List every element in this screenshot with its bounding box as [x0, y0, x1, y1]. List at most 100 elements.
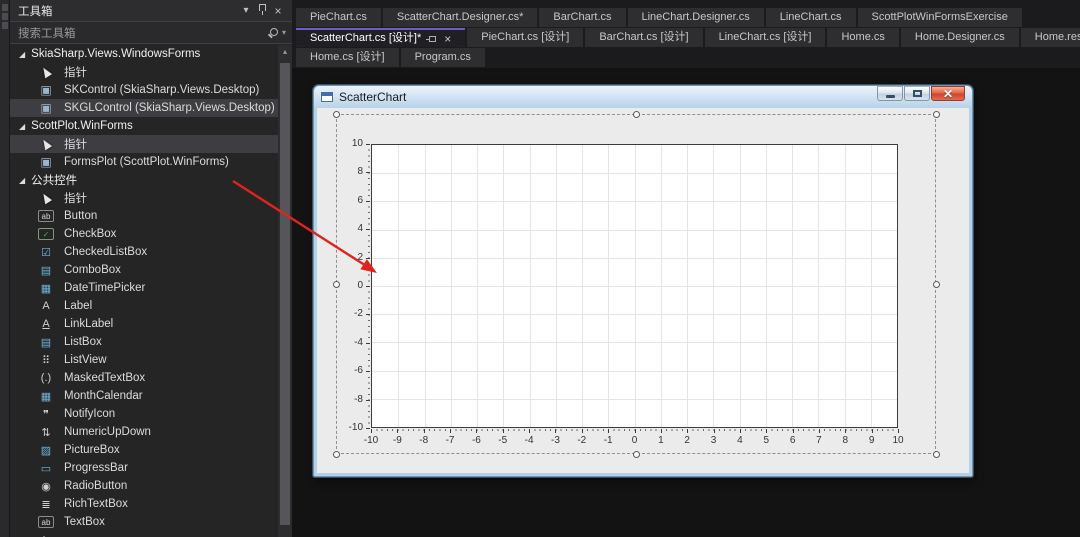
- toolbox-item-FormsPlot (ScottPlot.WinForms)[interactable]: ▣FormsPlot (ScottPlot.WinForms): [10, 153, 278, 171]
- search-options-caret-icon[interactable]: ▾: [282, 28, 286, 37]
- selection-handle[interactable]: [933, 281, 940, 288]
- label-icon: A: [38, 299, 54, 313]
- tab-Home.res[interactable]: Home.res: [1021, 28, 1080, 47]
- toolbox-item-label: ListView: [64, 354, 107, 366]
- tab-BarChart.cs [设计][interactable]: BarChart.cs [设计]: [585, 28, 702, 47]
- maximize-button[interactable]: [904, 86, 930, 101]
- y-tick-label: -2: [323, 308, 363, 319]
- designer-form-window[interactable]: ScatterChart ✕ -10-9-8-7-6-5-4-3-2-10123…: [313, 85, 973, 477]
- toolbox-item-RadioButton[interactable]: ◉RadioButton: [10, 477, 278, 495]
- toolbox-item-NotifyIcon[interactable]: ❞NotifyIcon: [10, 405, 278, 423]
- toolbox-item-label: 指针: [64, 136, 87, 152]
- scrollbar-up-icon[interactable]: ▴: [278, 45, 292, 59]
- selection-handle[interactable]: [333, 281, 340, 288]
- toolbox-item-NumericUpDown[interactable]: ⇅NumericUpDown: [10, 423, 278, 441]
- tab-Home.cs[interactable]: Home.cs: [827, 28, 898, 47]
- x-tick-label: 3: [701, 435, 727, 446]
- toolbox-group-SkiaSharp.Views.WindowsForms[interactable]: ◢SkiaSharp.Views.WindowsForms: [10, 45, 278, 63]
- toolbox-item-PictureBox[interactable]: ▨PictureBox: [10, 441, 278, 459]
- gridline-y: [372, 230, 897, 231]
- listview-icon: ⠿: [38, 353, 54, 367]
- tab-Program.cs[interactable]: Program.cs: [401, 48, 485, 67]
- toolbox-group-公共控件[interactable]: ◢公共控件: [10, 171, 278, 189]
- scrollbar-thumb[interactable]: [280, 63, 290, 525]
- form-title-bar[interactable]: ScatterChart: [314, 86, 972, 108]
- selection-handle[interactable]: [333, 451, 340, 458]
- toolbox-item-label: TextBox: [64, 516, 105, 528]
- toolbox-item-CheckedListBox[interactable]: ☑CheckedListBox: [10, 243, 278, 261]
- gridline-y: [372, 201, 897, 202]
- close-button[interactable]: ✕: [931, 86, 965, 101]
- control-icon: ▣: [38, 83, 54, 97]
- collapsed-panel-rail[interactable]: [0, 0, 10, 537]
- tab-LineChart.cs [设计][interactable]: LineChart.cs [设计]: [705, 28, 826, 47]
- cursor-icon: [38, 533, 54, 537]
- toolbox-item-ListView[interactable]: ⠿ ListView: [10, 351, 278, 369]
- tab-Home.Designer.cs[interactable]: Home.Designer.cs: [901, 28, 1019, 47]
- toolbox-item-Button[interactable]: abButton: [10, 207, 278, 225]
- y-tick-label: -8: [323, 394, 363, 405]
- toolbox-search-placeholder: 搜索工具箱: [18, 25, 76, 41]
- y-tick-label: 2: [323, 252, 363, 263]
- toolbox-item-label: MonthCalendar: [64, 390, 143, 402]
- toolbox-item-SKGLControl (SkiaSharp.Views.Desktop)[interactable]: ▣SKGLControl (SkiaSharp.Views.Desktop): [10, 99, 278, 117]
- selection-handle[interactable]: [933, 111, 940, 118]
- toolbox-item-LinkLabel[interactable]: ALinkLabel: [10, 315, 278, 333]
- selection-handle[interactable]: [933, 451, 940, 458]
- tab-BarChart.cs[interactable]: BarChart.cs: [539, 8, 625, 27]
- toolbox-item-DateTimePicker[interactable]: ▦DateTimePicker: [10, 279, 278, 297]
- toolbox-item-ProgressBar[interactable]: ▭ProgressBar: [10, 459, 278, 477]
- toolbox-item-list: ◢SkiaSharp.Views.WindowsForms指针▣SKContro…: [10, 45, 278, 537]
- tab-PieChart.cs [设计][interactable]: PieChart.cs [设计]: [467, 28, 583, 47]
- toolbox-item-指针[interactable]: 指针: [10, 135, 278, 153]
- tab-PieChart.cs[interactable]: PieChart.cs: [296, 8, 381, 27]
- toolbox-item-CheckBox[interactable]: ✓CheckBox: [10, 225, 278, 243]
- close-icon[interactable]: ×: [270, 4, 286, 18]
- y-major-tick: [366, 286, 370, 287]
- tab-ScatterChart.Designer.cs*[interactable]: ScatterChart.Designer.cs*: [383, 8, 538, 27]
- tab-Home.cs [设计][interactable]: Home.cs [设计]: [296, 48, 399, 67]
- gridline-y: [372, 371, 897, 372]
- x-major-tick: [872, 429, 873, 433]
- toolbox-item-Label[interactable]: ALabel: [10, 297, 278, 315]
- x-tick-label: 9: [859, 435, 885, 446]
- toolbox-item-指针[interactable]: 指针: [10, 189, 278, 207]
- tab-LineChart.cs[interactable]: LineChart.cs: [766, 8, 856, 27]
- toolbox-item-SKControl (SkiaSharp.Views.Desktop)[interactable]: ▣SKControl (SkiaSharp.Views.Desktop): [10, 81, 278, 99]
- toolbox-item-label: 指针: [64, 190, 87, 206]
- toolbox-header: 工具箱 ▾ ×: [10, 0, 292, 22]
- selection-handle[interactable]: [633, 451, 640, 458]
- toolbox-item-ListBox[interactable]: ▤ListBox: [10, 333, 278, 351]
- selection-handle[interactable]: [333, 111, 340, 118]
- formsplot-control[interactable]: -10-9-8-7-6-5-4-3-2-10123456789101086420…: [317, 108, 969, 473]
- toolbox-group-label: 公共控件: [31, 172, 77, 188]
- tab-label: BarChart.cs [设计]: [599, 31, 688, 43]
- toolbox-item-partial[interactable]: [10, 531, 278, 537]
- toolbox-group-ScottPlot.WinForms[interactable]: ◢ScottPlot.WinForms: [10, 117, 278, 135]
- tab-ScatterChart.cs [设计]*[interactable]: ScatterChart.cs [设计]*×: [296, 28, 465, 47]
- tab-ScottPlotWinFormsExercise[interactable]: ScottPlotWinFormsExercise: [858, 8, 1022, 27]
- x-tick-label: -8: [411, 435, 437, 446]
- toolbox-item-ComboBox[interactable]: ▤ComboBox: [10, 261, 278, 279]
- minimize-button[interactable]: [877, 86, 903, 101]
- tab-close-icon[interactable]: ×: [444, 33, 451, 45]
- search-icon[interactable]: [268, 27, 280, 39]
- selection-handle[interactable]: [633, 111, 640, 118]
- tab-LineChart.Designer.cs[interactable]: LineChart.Designer.cs: [628, 8, 764, 27]
- monthcalendar-icon: ▦: [38, 389, 54, 403]
- toolbox-item-指针[interactable]: 指针: [10, 63, 278, 81]
- toolbox-scrollbar[interactable]: ▴: [278, 45, 292, 537]
- toolbox-item-TextBox[interactable]: abTextBox: [10, 513, 278, 531]
- window-position-icon[interactable]: ▾: [238, 5, 254, 16]
- toolbox-item-MonthCalendar[interactable]: ▦ MonthCalendar: [10, 387, 278, 405]
- cursor-icon: [38, 191, 54, 205]
- toolbox-item-RichTextBox[interactable]: ≣RichTextBox: [10, 495, 278, 513]
- tab-pin-icon[interactable]: [429, 36, 436, 42]
- tab-well: PieChart.csScatterChart.Designer.cs*BarC…: [292, 0, 1080, 67]
- x-major-tick: [845, 429, 846, 433]
- cursor-arrow: [40, 66, 52, 79]
- toolbox-search[interactable]: 搜索工具箱 ▾: [10, 22, 292, 44]
- pin-icon[interactable]: [254, 5, 270, 16]
- toolbox-item-label: FormsPlot (ScottPlot.WinForms): [64, 156, 229, 168]
- toolbox-item-MaskedTextBox[interactable]: (.)MaskedTextBox: [10, 369, 278, 387]
